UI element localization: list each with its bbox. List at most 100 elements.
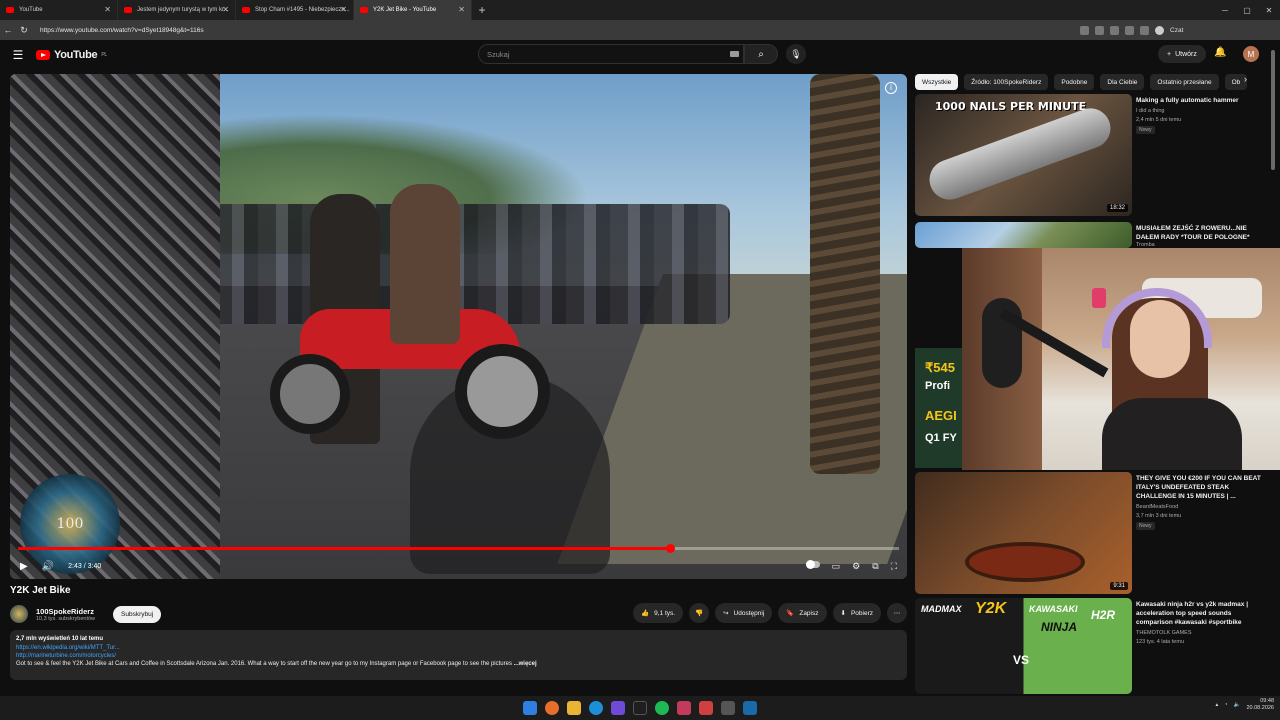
app-icon[interactable] bbox=[633, 701, 647, 715]
edge-icon[interactable] bbox=[589, 701, 603, 715]
video-title[interactable]: Making a fully automatic hammer bbox=[1136, 96, 1261, 105]
search-placeholder: Szukaj bbox=[487, 50, 510, 59]
duration-badge: 9:31 bbox=[1110, 582, 1128, 590]
video-thumbnail[interactable]: 1000 NAILS PER MINUTE 18:32 bbox=[915, 94, 1132, 216]
extension-icon[interactable] bbox=[1140, 25, 1149, 35]
folder-icon[interactable] bbox=[567, 701, 581, 715]
channel-name[interactable]: 100SpokeRiderz bbox=[36, 607, 95, 616]
app-icon[interactable] bbox=[677, 701, 691, 715]
description-box[interactable]: 2,7 mln wyświetleń 10 lat temu https://e… bbox=[10, 630, 907, 680]
extension-icon[interactable] bbox=[1110, 25, 1119, 35]
description-link[interactable]: http://marineturbine.com/motorcycles/ bbox=[16, 653, 901, 659]
chip-for-you[interactable]: Dla Ciebie bbox=[1100, 74, 1145, 90]
url-field[interactable]: https://www.youtube.com/watch?v=dSyet189… bbox=[40, 27, 1080, 34]
extension-icon[interactable] bbox=[1095, 25, 1104, 35]
tab-2[interactable]: Stop Cham #1495 - Niebezpieczn... ✕ bbox=[236, 0, 354, 20]
channel-avatar[interactable] bbox=[10, 605, 28, 623]
chip-source[interactable]: Źródło: 100SpokeRiderz bbox=[964, 74, 1049, 90]
video-title[interactable]: MUSIAŁEM ZEJŚĆ Z ROWERU...NIE DAŁEM RADY… bbox=[1136, 224, 1261, 242]
bell-icon[interactable]: 🔔 bbox=[1214, 47, 1226, 58]
video-title: Y2K Jet Bike bbox=[10, 585, 71, 596]
volume-icon[interactable]: 🔊 bbox=[42, 561, 54, 572]
chevron-right-icon[interactable]: › bbox=[1244, 74, 1247, 84]
windows-start-icon[interactable] bbox=[523, 701, 537, 715]
tab-1[interactable]: Jestem jedynym turystą w tym kr... ✕ bbox=[118, 0, 236, 20]
spotify-icon[interactable] bbox=[655, 701, 669, 715]
list-item[interactable]: 9:31 THEY GIVE YOU €200 IF YOU CAN BEAT … bbox=[915, 472, 1265, 596]
new-tab-button[interactable]: + bbox=[472, 3, 492, 17]
close-icon[interactable]: ✕ bbox=[104, 5, 111, 14]
ad-thumbnail[interactable]: ₹545 Profi AEGI Q1 FY bbox=[915, 348, 962, 468]
show-more-link[interactable]: ...więcej bbox=[514, 661, 537, 667]
progress-bar[interactable] bbox=[18, 544, 899, 553]
voice-search-button[interactable]: 🎙 bbox=[786, 44, 806, 64]
close-window-icon[interactable]: ✕ bbox=[1258, 0, 1280, 20]
wifi-icon[interactable]: ◔ bbox=[1224, 702, 1227, 708]
search-input[interactable]: Szukaj bbox=[478, 44, 744, 64]
chip-related[interactable]: Podobne bbox=[1054, 74, 1095, 90]
extension-icon[interactable] bbox=[1125, 25, 1134, 35]
subscribe-button[interactable]: Subskrybuj bbox=[113, 605, 162, 623]
copilot-button[interactable]: Czat bbox=[1170, 27, 1183, 34]
channel-name: THEMOTOLK GAMES bbox=[1136, 630, 1192, 636]
list-item[interactable]: MADMAX Y2K KAWASAKI NINJA H2R VS Kawasak… bbox=[915, 598, 1265, 694]
firefox-icon[interactable] bbox=[545, 701, 559, 715]
video-title[interactable]: THEY GIVE YOU €200 IF YOU CAN BEAT ITALY… bbox=[1136, 474, 1261, 501]
autoplay-toggle[interactable] bbox=[805, 559, 820, 569]
description-body: Got to see & feel the Y2K Jet Bike at Ca… bbox=[16, 661, 512, 667]
fullscreen-icon[interactable]: ⛶ bbox=[891, 561, 897, 572]
subtitles-icon[interactable]: ▭ bbox=[832, 561, 841, 572]
search-button[interactable]: ⌕ bbox=[744, 44, 778, 64]
chip-recent[interactable]: Ostatnio przesłane bbox=[1150, 74, 1219, 90]
miniplayer-icon[interactable]: ⧉ bbox=[872, 561, 878, 572]
dislike-button[interactable]: 👎 bbox=[689, 603, 710, 623]
back-icon[interactable]: ← bbox=[0, 20, 16, 40]
keyboard-icon[interactable] bbox=[730, 51, 739, 57]
close-icon[interactable]: ✕ bbox=[340, 5, 347, 14]
play-icon[interactable]: ▶ bbox=[20, 561, 28, 572]
app-icon[interactable] bbox=[611, 701, 625, 715]
app-icon[interactable] bbox=[721, 701, 735, 715]
profile-icon[interactable] bbox=[1155, 25, 1164, 35]
scrollbar-thumb[interactable] bbox=[1271, 50, 1275, 170]
reload-icon[interactable]: ↻ bbox=[16, 20, 32, 40]
like-button[interactable]: 👍 9,1 tys. bbox=[633, 603, 684, 623]
tab-3[interactable]: Y2K Jet Bike - YouTube ✕ bbox=[354, 0, 472, 20]
video-player[interactable]: 100 i ▶ 🔊 2:43 / 3:40 ▭ ⚙ ⧉ ⛶ bbox=[10, 74, 907, 579]
app-icon[interactable] bbox=[699, 701, 713, 715]
steam-icon[interactable] bbox=[743, 701, 757, 715]
youtube-logo[interactable]: YouTube PL bbox=[36, 49, 107, 61]
video-title[interactable]: Kawasaki ninja h2r vs y2k madmax | accel… bbox=[1136, 600, 1261, 627]
list-item[interactable]: 1000 NAILS PER MINUTE 18:32 Making a ful… bbox=[915, 94, 1265, 218]
chevron-up-icon[interactable]: ▴ bbox=[1216, 702, 1219, 708]
close-icon[interactable]: ✕ bbox=[458, 5, 465, 14]
more-actions-button[interactable]: ⋯ bbox=[887, 603, 907, 623]
save-button[interactable]: 🔖 Zapisz bbox=[778, 603, 827, 623]
speaker-icon[interactable]: 🔈 bbox=[1234, 702, 1241, 708]
scrollbar[interactable] bbox=[1270, 44, 1276, 684]
scrubber-handle[interactable] bbox=[665, 544, 675, 553]
time-display: 2:43 / 3:40 bbox=[68, 562, 102, 570]
maximize-icon[interactable]: ▢ bbox=[1236, 0, 1258, 20]
info-icon[interactable]: i bbox=[885, 82, 897, 94]
create-button[interactable]: + Utwórz bbox=[1158, 45, 1206, 63]
chip-all[interactable]: Wszystkie bbox=[915, 74, 959, 90]
tab-0[interactable]: YouTube ✕ bbox=[0, 0, 118, 20]
extension-icon[interactable] bbox=[1080, 25, 1089, 35]
close-icon[interactable]: ✕ bbox=[222, 5, 229, 14]
share-button[interactable]: ↪ Udostępnij bbox=[715, 603, 773, 623]
avatar[interactable]: M bbox=[1243, 46, 1259, 62]
video-thumbnail[interactable]: 9:31 bbox=[915, 472, 1132, 594]
download-icon: ⬇ bbox=[840, 610, 846, 617]
clock[interactable]: 09:48 20.08.2026 bbox=[1246, 698, 1274, 712]
video-actions: 👍 9,1 tys. 👎 ↪ Udostępnij 🔖 Zapisz ⬇ Pobierz… bbox=[633, 603, 907, 623]
description-link[interactable]: https://en.wikipedia.org/wiki/MTT_Tur... bbox=[16, 645, 901, 651]
menu-icon[interactable]: ☰ bbox=[0, 48, 36, 62]
video-thumbnail[interactable] bbox=[915, 222, 1132, 248]
thumbnail-text: VS bbox=[1013, 653, 1030, 667]
video-thumbnail[interactable]: MADMAX Y2K KAWASAKI NINJA H2R VS bbox=[915, 598, 1132, 694]
settings-icon[interactable]: ⚙ bbox=[852, 561, 860, 572]
channel-name: BeardMeatsFood bbox=[1136, 504, 1179, 510]
download-button[interactable]: ⬇ Pobierz bbox=[832, 603, 881, 623]
minimize-icon[interactable]: ─ bbox=[1214, 0, 1236, 20]
